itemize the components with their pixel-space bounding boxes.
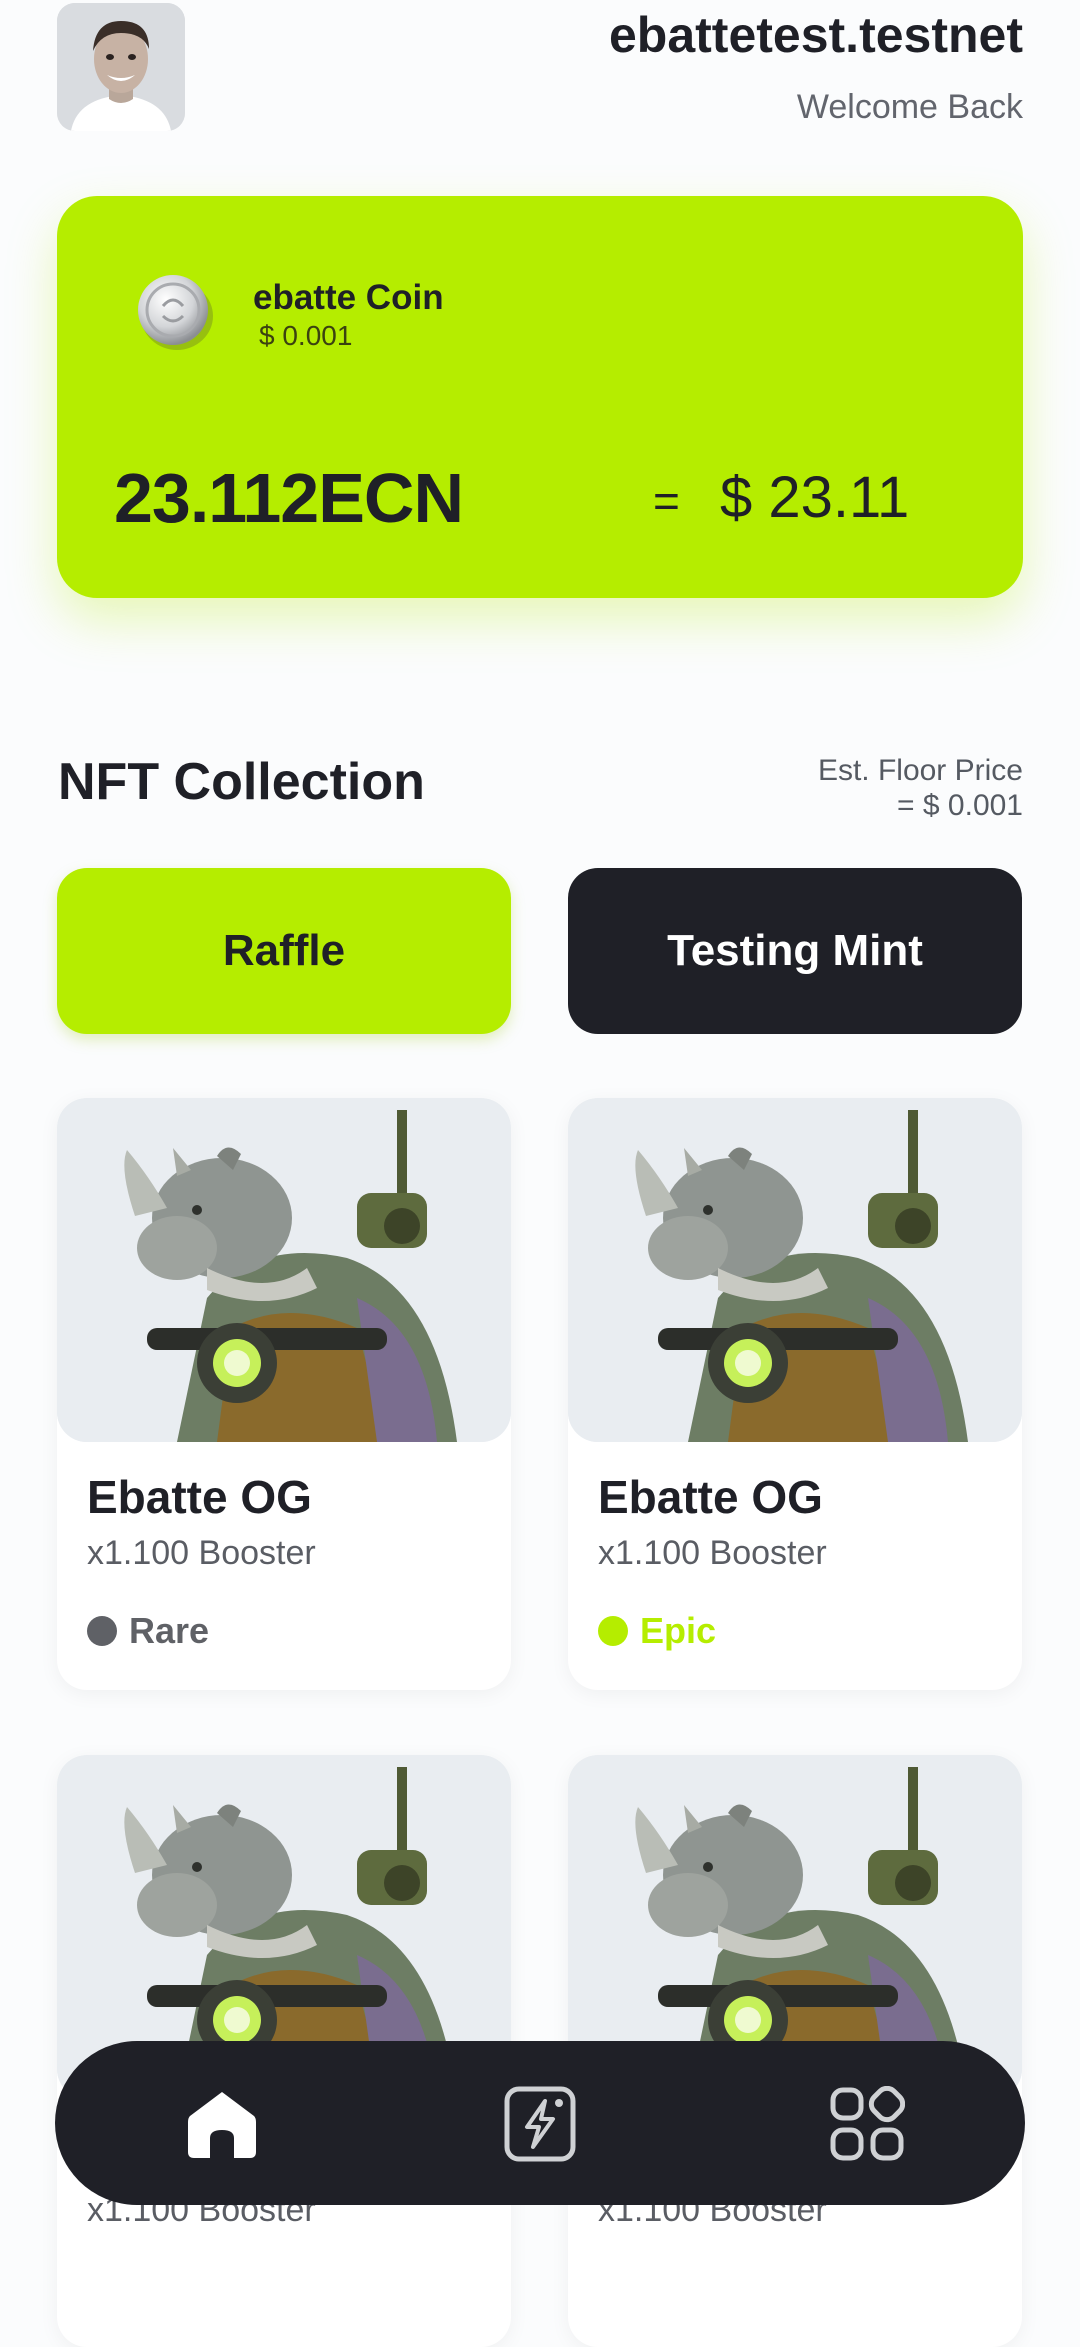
balance-card[interactable]: ebatte Coin $ 0.001 23.112ECN = $ 23.11 <box>57 196 1023 598</box>
nft-booster: x1.100 Booster <box>87 1534 316 1572</box>
token-balance: 23.112ECN <box>114 459 464 537</box>
nft-card[interactable]: Ebatte OG x1.100 Booster Epic <box>568 1098 1022 1690</box>
raffle-button[interactable]: Raffle <box>57 868 511 1034</box>
rarity-dot-icon <box>598 1616 628 1646</box>
bottom-nav <box>55 2041 1025 2205</box>
coin-name: ebatte Coin <box>253 278 444 317</box>
lightning-card-icon <box>504 2086 576 2162</box>
floor-price-value: = $ 0.001 <box>897 789 1023 822</box>
testing-mint-button[interactable]: Testing Mint <box>568 868 1022 1034</box>
nft-name: Ebatte OG <box>87 1471 312 1523</box>
nft-image <box>57 1098 511 1442</box>
nav-boost[interactable] <box>495 2079 585 2169</box>
rarity-badge: Epic <box>598 1610 716 1652</box>
username: ebattetest.testnet <box>609 7 1023 63</box>
apps-grid-icon <box>830 2086 905 2161</box>
nav-apps[interactable] <box>822 2079 912 2169</box>
section-title: NFT Collection <box>58 753 425 811</box>
coin-price: $ 0.001 <box>259 320 353 351</box>
rarity-dot-icon <box>87 1616 117 1646</box>
user-avatar-icon <box>57 3 185 131</box>
nav-home[interactable] <box>177 2079 267 2169</box>
nft-card[interactable]: Ebatte OG x1.100 Booster Rare <box>57 1098 511 1690</box>
rarity-label: Rare <box>129 1610 210 1651</box>
home-icon <box>188 2092 256 2158</box>
rarity-label: Epic <box>640 1610 717 1651</box>
floor-price-label: Est. Floor Price <box>817 754 1023 787</box>
nft-image <box>568 1098 1022 1442</box>
nft-name: Ebatte OG <box>598 1471 823 1523</box>
avatar[interactable] <box>57 3 185 131</box>
equals-sign: = <box>653 475 680 527</box>
welcome-text: Welcome Back <box>796 88 1023 126</box>
usd-balance: $ 23.11 <box>720 465 910 530</box>
rarity-badge: Rare <box>87 1610 209 1652</box>
coin-icon <box>135 272 215 352</box>
nft-booster: x1.100 Booster <box>598 1534 827 1572</box>
